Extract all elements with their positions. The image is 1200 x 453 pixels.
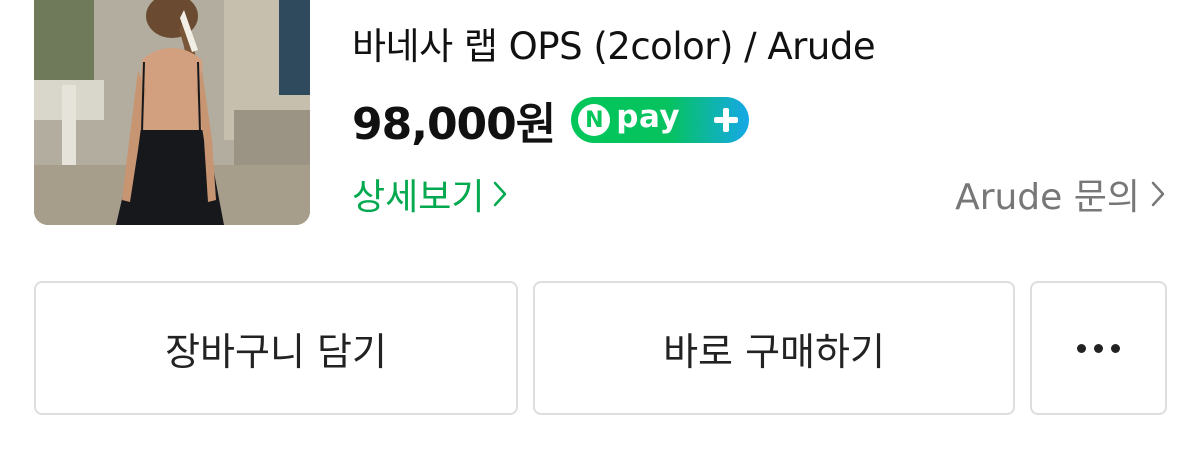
plus-icon <box>714 108 739 132</box>
add-to-cart-label: 장바구니 담기 <box>165 329 387 374</box>
detail-view-label: 상세보기 <box>352 177 485 218</box>
product-title: 바네사 랩 OPS (2color) / Arude <box>352 25 876 68</box>
buy-now-button[interactable]: 바로 구매하기 <box>533 281 1015 415</box>
buy-now-label: 바로 구매하기 <box>663 329 885 374</box>
chevron-right-icon <box>1151 181 1165 207</box>
npay-label: pay <box>616 99 681 135</box>
detail-view-link[interactable]: 상세보기 <box>352 168 508 220</box>
chevron-right-icon <box>494 181 507 207</box>
add-to-cart-button[interactable]: 장바구니 담기 <box>34 281 518 415</box>
more-options-button[interactable] <box>1030 281 1167 415</box>
npay-plus-badge: N pay <box>571 97 750 143</box>
npay-n-icon: N <box>578 104 611 136</box>
seller-inquiry-label: Arude 문의 <box>955 177 1140 218</box>
product-price: 98,000원 <box>352 99 556 150</box>
seller-inquiry-link[interactable]: Arude 문의 <box>955 168 1166 220</box>
product-thumbnail[interactable] <box>34 0 310 225</box>
price-row: 98,000원 N pay <box>352 92 750 150</box>
more-dots-icon <box>1077 343 1120 353</box>
product-photo <box>34 0 310 225</box>
